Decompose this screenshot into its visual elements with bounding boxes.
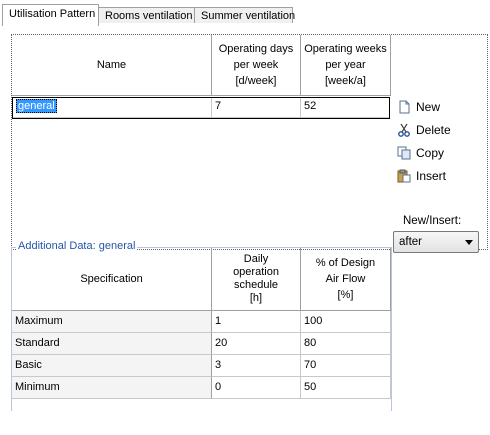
header-line: operation [233, 266, 279, 278]
schedule-cell[interactable]: 1 [212, 311, 301, 333]
header-weeks-text: Operating weeks per year [week/a] [304, 41, 387, 89]
additional-data-group: Specification Daily operation schedule [… [11, 247, 392, 411]
header-airflow-text: % of Design Air Flow [%] [316, 255, 375, 303]
header-line: Operating weeks [304, 43, 387, 55]
name-cell[interactable]: general [13, 98, 212, 118]
header-line: [d/week] [235, 75, 277, 87]
spec-standard: Standard [12, 333, 212, 355]
chevron-down-icon [465, 240, 473, 245]
airflow-cell[interactable]: 100 [301, 311, 391, 333]
column-header-design-air-flow[interactable]: % of Design Air Flow [%] [301, 248, 391, 311]
header-name-text: Name [96, 59, 127, 71]
header-line: schedule [233, 279, 279, 291]
header-line: Air Flow [325, 273, 366, 285]
weeks-cell[interactable]: 52 [301, 98, 389, 118]
new-insert-dropdown[interactable]: after [393, 231, 479, 253]
column-header-operating-weeks[interactable]: Operating weeks per year [week/a] [301, 35, 391, 96]
column-header-daily-schedule[interactable]: Daily operation schedule [h] [212, 248, 301, 311]
column-header-specification[interactable]: Specification [12, 248, 212, 311]
header-line: [week/a] [325, 75, 366, 87]
header-spec-text: Specification [80, 272, 143, 285]
weeks-value: 52 [304, 100, 317, 112]
copy-button[interactable]: Copy [395, 143, 446, 163]
new-button[interactable]: New [395, 97, 442, 117]
header-line: Daily [243, 253, 269, 265]
new-document-icon [397, 100, 411, 114]
airflow-cell[interactable]: 80 [301, 333, 391, 355]
header-line: % of Design [315, 257, 376, 269]
insert-button[interactable]: Insert [395, 166, 448, 186]
header-line: per week [233, 59, 279, 71]
header-schedule-text: Daily operation schedule [h] [233, 253, 279, 305]
airflow-cell[interactable]: 50 [301, 377, 391, 399]
header-line: per year [325, 59, 366, 71]
header-line: [h] [249, 292, 263, 304]
column-header-name[interactable]: Name [12, 35, 212, 96]
dropdown-value: after [399, 236, 423, 248]
tab-utilisation-pattern[interactable]: Utilisation Pattern [2, 4, 99, 26]
days-cell[interactable]: 7 [212, 98, 301, 118]
delete-button[interactable]: Delete [395, 120, 453, 140]
airflow-cell[interactable]: 70 [301, 355, 391, 377]
table-row[interactable]: general 7 52 [12, 97, 390, 119]
new-insert-label: New/Insert: [403, 215, 462, 227]
delete-label: Delete [416, 123, 451, 137]
header-line: Operating days [218, 43, 294, 55]
paste-icon [397, 169, 411, 183]
new-label: New [416, 100, 441, 114]
tab-panel: Name Operating days per week [d/week] Op… [0, 23, 490, 435]
schedule-cell[interactable]: 0 [212, 377, 301, 399]
additional-data-legend: Additional Data: general [16, 240, 138, 252]
spec-basic: Basic [12, 355, 212, 377]
spec-maximum: Maximum [12, 311, 212, 333]
column-header-operating-days[interactable]: Operating days per week [d/week] [212, 35, 301, 96]
schedule-cell[interactable]: 3 [212, 355, 301, 377]
schedule-cell[interactable]: 20 [212, 333, 301, 355]
insert-label: Insert [416, 169, 447, 183]
spec-minimum: Minimum [12, 377, 212, 399]
header-line: [%] [337, 289, 354, 301]
copy-icon [397, 146, 411, 160]
days-value: 7 [215, 100, 222, 112]
name-value[interactable]: general [16, 99, 57, 113]
header-days-text: Operating days per week [d/week] [219, 41, 294, 89]
copy-label: Copy [416, 146, 445, 160]
scissors-icon [397, 123, 411, 137]
